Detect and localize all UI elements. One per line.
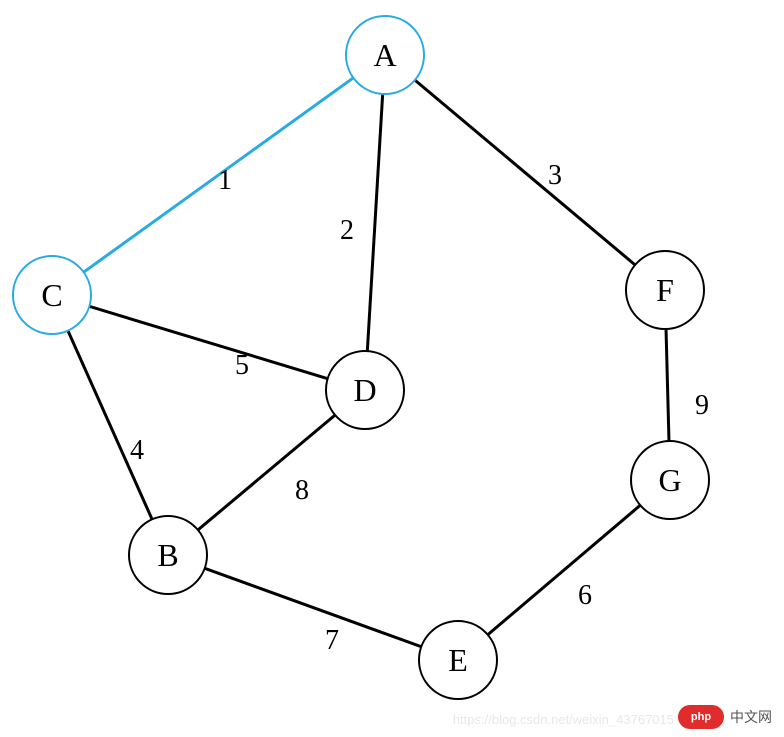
edge-weight-a-c: 1 [218,165,232,197]
edge-weight-a-f: 3 [548,160,562,192]
graph-diagram: 1 2 3 4 5 6 7 8 9 A B C D E F G https://… [0,0,784,737]
node-f: F [625,250,705,330]
node-label: A [373,37,396,74]
edge-weight-c-b: 4 [130,435,144,467]
edge-c-b [52,295,168,555]
php-logo-icon: php [678,705,724,729]
node-label: E [448,642,468,679]
edge-c-d [52,295,365,390]
node-e: E [418,620,498,700]
edge-weight-a-d: 2 [340,215,354,247]
edge-weight-g-e: 6 [578,580,592,612]
node-label: D [353,372,376,409]
edge-weight-b-e: 7 [325,625,339,657]
edge-g-e [458,480,670,660]
node-label: C [41,277,62,314]
edge-a-f [385,55,665,290]
watermark: php 中文网 [678,705,772,729]
node-label: B [157,537,178,574]
edge-b-e [168,555,458,660]
edge-weight-f-g: 9 [695,390,709,422]
edge-weight-c-d: 5 [235,350,249,382]
faint-url-watermark: https://blog.csdn.net/weixin_43767015 [453,712,674,727]
node-label: F [656,272,674,309]
watermark-brand-text: 中文网 [730,707,772,727]
node-d: D [325,350,405,430]
edge-weight-d-b: 8 [295,475,309,507]
node-c: C [12,255,92,335]
node-label: G [658,462,681,499]
node-g: G [630,440,710,520]
node-a: A [345,15,425,95]
node-b: B [128,515,208,595]
edge-a-d [365,55,385,390]
